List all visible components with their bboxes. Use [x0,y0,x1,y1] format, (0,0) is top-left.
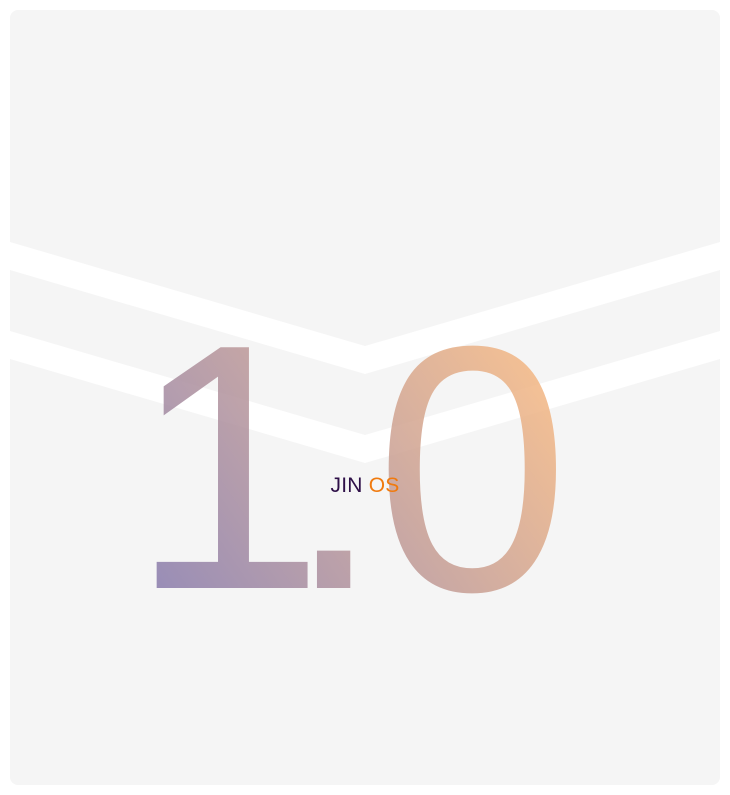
brand-logo: JIN OS [10,474,720,498]
version-dot: . [285,272,382,663]
brand-name-jin: JIN [330,474,363,497]
brand-name-os: OS [368,474,400,497]
splash-card: 1 . 0 JIN OS [10,10,720,785]
version-minor: 0 [375,274,570,665]
version-artwork: 1 . 0 [10,242,720,665]
